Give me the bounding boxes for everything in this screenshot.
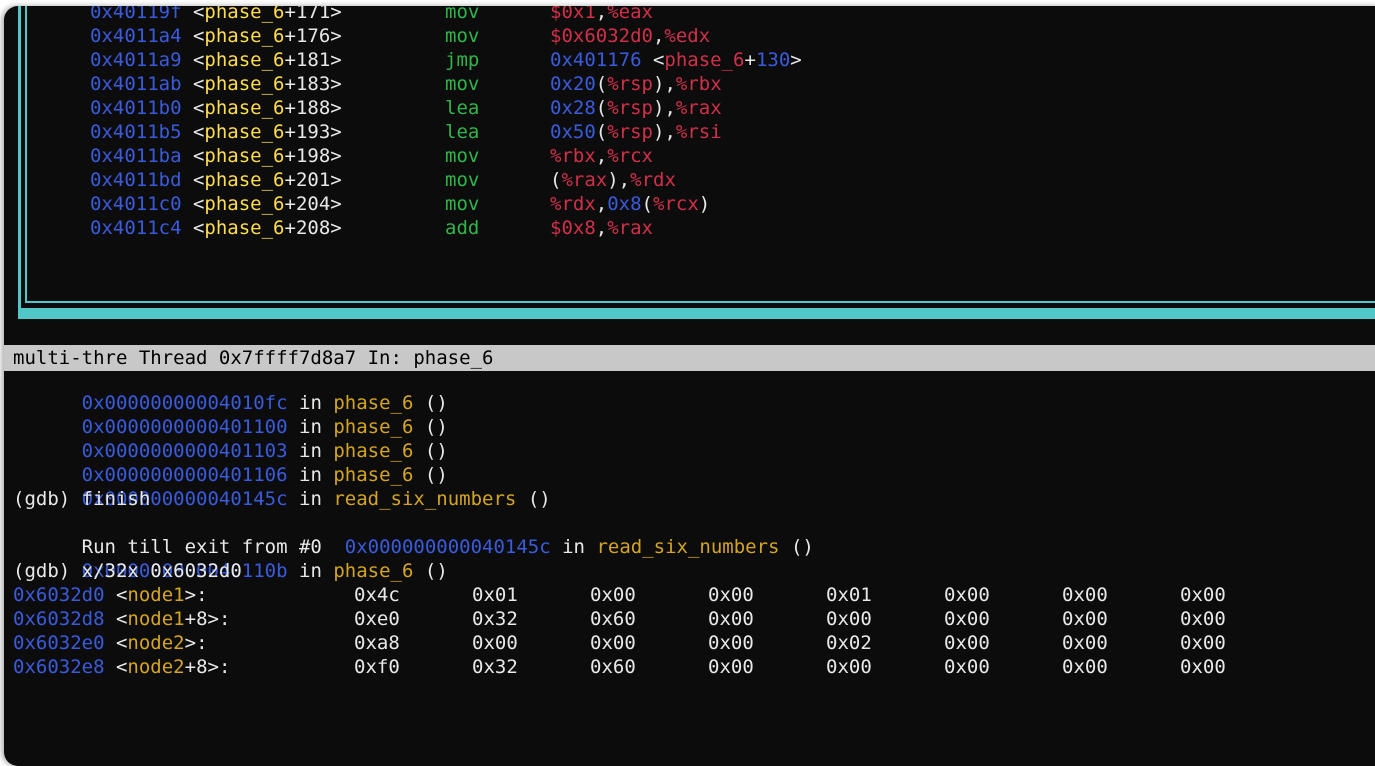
- asm-operands: %rdx,0x8(%rcx): [550, 193, 711, 215]
- memory-byte: 0x00: [1062, 584, 1108, 606]
- asm-opcode: lea: [445, 121, 480, 143]
- memory-row: 0x6032d0 <node1>:: [13, 584, 208, 606]
- asm-address: 0x4011ab: [90, 73, 182, 95]
- memory-byte: 0x00: [590, 632, 636, 654]
- asm-operands: $0x8,%rax: [550, 217, 653, 239]
- asm-line: 0x4011a4 <phase_6+176> mov $0x6032d0,%edx: [90, 24, 710, 48]
- asm-line: 0x4011c0 <phase_6+204> mov %rdx,0x8(%rcx): [90, 192, 710, 216]
- asm-address: 0x4011ba: [90, 145, 182, 167]
- asm-address: 0x4011bd: [90, 169, 182, 191]
- asm-opcode: mov: [445, 145, 480, 167]
- gdb-command-examine: (gdb) x/32x 0x6032d0: [13, 560, 242, 582]
- asm-symbol: <phase_6+171>: [192, 6, 342, 23]
- memory-byte: 0x00: [1062, 656, 1108, 678]
- asm-opcode: mov: [445, 25, 480, 47]
- memory-byte: 0x00: [1062, 608, 1108, 630]
- memory-byte: 0x00: [826, 608, 872, 630]
- asm-address: 0x4011c4: [90, 217, 182, 239]
- asm-symbol: <phase_6+183>: [192, 73, 342, 95]
- run-till-exit-line: Run till exit from #0 0x000000000040145c…: [81, 536, 814, 558]
- backtrace-frame: 0x0000000000401103 in phase_6 (): [81, 440, 448, 462]
- asm-symbol: <phase_6+181>: [192, 49, 342, 71]
- asm-operands: $0x6032d0,%edx: [550, 25, 711, 47]
- memory-byte: 0x00: [708, 632, 754, 654]
- memory-byte: 0x00: [708, 608, 754, 630]
- memory-byte: 0x00: [1180, 608, 1226, 630]
- asm-opcode: mov: [445, 6, 480, 23]
- memory-byte: 0x00: [944, 656, 990, 678]
- memory-row: 0x6032e0 <node2>:: [13, 632, 208, 654]
- memory-byte: 0x00: [1180, 632, 1226, 654]
- memory-byte: 0x01: [472, 584, 518, 606]
- asm-line: 0x4011b5 <phase_6+193> lea 0x50(%rsp),%rsi: [90, 120, 722, 144]
- memory-byte: 0x32: [472, 608, 518, 630]
- asm-line: 0x40119f <phase_6+171> mov $0x1,%eax: [90, 6, 653, 24]
- asm-symbol: <phase_6+193>: [192, 121, 342, 143]
- memory-byte: 0x01: [826, 584, 872, 606]
- asm-opcode: mov: [445, 73, 480, 95]
- asm-operands: 0x28(%rsp),%rax: [550, 97, 722, 119]
- return-frame-line: 0x000000000040110b in phase_6 (): [81, 560, 448, 582]
- memory-row: 0x6032e8 <node2+8>:: [13, 656, 231, 678]
- memory-byte: 0xa8: [354, 632, 400, 654]
- asm-operands: 0x20(%rsp),%rbx: [550, 73, 722, 95]
- asm-line: 0x4011ba <phase_6+198> mov %rbx,%rcx: [90, 144, 653, 168]
- asm-address: 0x4011a4: [90, 25, 182, 47]
- memory-byte: 0x00: [708, 584, 754, 606]
- memory-byte: 0xf0: [354, 656, 400, 678]
- asm-opcode: add: [445, 217, 480, 239]
- memory-byte: 0x00: [708, 656, 754, 678]
- asm-address: 0x4011b5: [90, 121, 182, 143]
- memory-byte: 0xe0: [354, 608, 400, 630]
- asm-line: 0x4011a9 <phase_6+181> jmp 0x401176 <phase…: [90, 48, 802, 72]
- asm-symbol: <phase_6+188>: [192, 97, 342, 119]
- memory-byte: 0x00: [944, 584, 990, 606]
- memory-byte: 0x02: [826, 632, 872, 654]
- asm-opcode: jmp: [445, 49, 480, 71]
- asm-operands: 0x50(%rsp),%rsi: [550, 121, 722, 143]
- asm-operands: 0x401176 <phase_6+130>: [550, 49, 802, 71]
- asm-line: 0x4011b0 <phase_6+188> lea 0x28(%rsp),%rax: [90, 96, 722, 120]
- asm-address: 0x4011c0: [90, 193, 182, 215]
- asm-opcode: lea: [445, 97, 480, 119]
- asm-symbol: <phase_6+176>: [192, 25, 342, 47]
- asm-symbol: <phase_6+208>: [192, 217, 342, 239]
- asm-line: 0x4011c4 <phase_6+208> add $0x8,%rax: [90, 216, 653, 240]
- gdb-command-finish: (gdb) finish: [13, 488, 151, 510]
- asm-symbol: <phase_6+204>: [192, 193, 342, 215]
- memory-byte: 0x00: [944, 608, 990, 630]
- memory-row: 0x6032d8 <node1+8>:: [13, 608, 231, 630]
- asm-line: 0x4011ab <phase_6+183> mov 0x20(%rsp),%rbx: [90, 72, 722, 96]
- memory-byte: 0x00: [1062, 632, 1108, 654]
- asm-address: 0x4011b0: [90, 97, 182, 119]
- asm-symbol: <phase_6+201>: [192, 169, 342, 191]
- memory-byte: 0x60: [590, 656, 636, 678]
- asm-operands: (%rax),%rdx: [550, 169, 676, 191]
- asm-operands: $0x1,%eax: [550, 6, 653, 23]
- asm-address: 0x40119f: [90, 6, 182, 23]
- gdb-terminal-window: 0x40119f <phase_6+171> mov $0x1,%eax 0x4011…: [4, 6, 1375, 766]
- asm-address: 0x4011a9: [90, 49, 182, 71]
- memory-byte: 0x00: [472, 632, 518, 654]
- memory-byte: 0x00: [1180, 656, 1226, 678]
- memory-byte: 0x32: [472, 656, 518, 678]
- asm-line: 0x4011bd <phase_6+201> mov (%rax),%rdx: [90, 168, 676, 192]
- backtrace-frame: 0x0000000000401100 in phase_6 (): [81, 416, 448, 438]
- asm-operands: %rbx,%rcx: [550, 145, 653, 167]
- memory-byte: 0x60: [590, 608, 636, 630]
- asm-opcode: mov: [445, 193, 480, 215]
- backtrace-frame: 0x0000000000401106 in phase_6 (): [81, 464, 448, 486]
- asm-symbol: <phase_6+198>: [192, 145, 342, 167]
- asm-opcode: mov: [445, 169, 480, 191]
- memory-byte: 0x00: [590, 584, 636, 606]
- pane-divider: [18, 311, 1375, 319]
- memory-byte: 0x4c: [354, 584, 400, 606]
- backtrace-frame: 0x00000000004010fc in phase_6 (): [81, 392, 448, 414]
- memory-byte: 0x00: [944, 632, 990, 654]
- memory-byte: 0x00: [1180, 584, 1226, 606]
- backtrace-frame: 0x000000000040145c in read_six_numbers (…: [81, 488, 551, 510]
- memory-byte: 0x00: [826, 656, 872, 678]
